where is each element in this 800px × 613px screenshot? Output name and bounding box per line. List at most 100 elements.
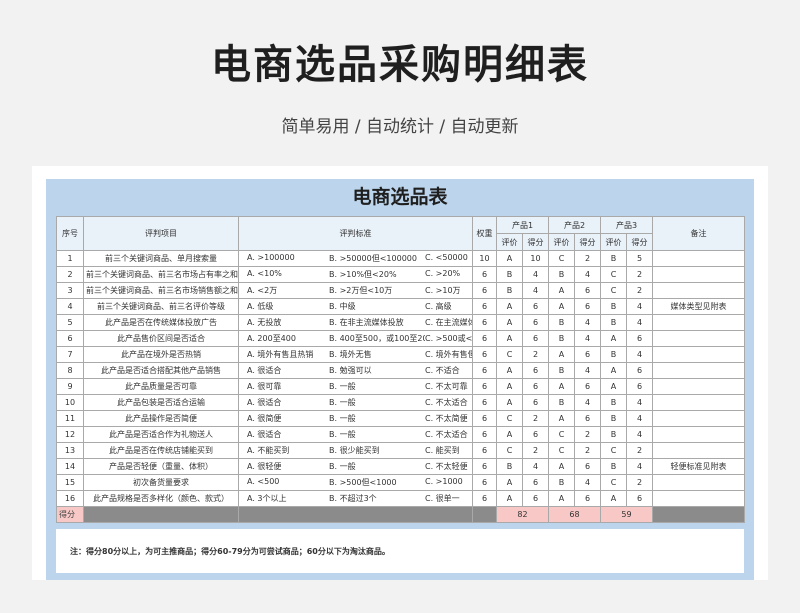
row-standard: A. 3个以上 B. 不超过3个 C. 很单一 — [238, 490, 473, 507]
table-row: 7此产品在境外是否热销A. 境外有售且热销B. 境外无售C. 境外有售但未热销6… — [56, 346, 745, 363]
product-3-score: 4 — [626, 346, 653, 363]
row-standard: A. 无投放 B. 在非主流媒体投放 C. 在主流媒体投放 — [238, 314, 473, 331]
product-3-rating: B — [600, 250, 627, 267]
standard-option-a: A. <10% — [247, 269, 282, 278]
row-item: 此产品是否在传统店铺能买到 — [83, 442, 239, 459]
product-2-rating: A — [548, 410, 575, 427]
row-remark — [652, 266, 745, 283]
header-standard: 评判标准 — [238, 216, 473, 251]
standard-option-c: C. >500或<100 — [425, 334, 472, 343]
standard-option-b: B. 不超过3个 — [329, 494, 377, 503]
product-1-score: 6 — [522, 298, 549, 315]
standard-option-c: C. 境外有售但未热销 — [425, 350, 472, 359]
product-1-score: 2 — [522, 442, 549, 459]
header-score: 得分 — [626, 233, 653, 251]
standard-option-a: A. 境外有售且热销 — [247, 350, 314, 359]
standard-option-a: A. 3个以上 — [247, 494, 287, 503]
row-weight: 6 — [472, 394, 497, 411]
product-1-rating: A — [496, 474, 523, 491]
total-score-product-1: 82 — [496, 506, 549, 523]
product-3-score: 6 — [626, 490, 653, 507]
product-2-score: 4 — [574, 314, 601, 331]
row-item: 前三个关键词商品、单月搜索量 — [83, 250, 239, 267]
standard-option-b: B. 很少能买到 — [329, 446, 380, 455]
row-item: 前三个关键词商品、前三名评价等级 — [83, 298, 239, 315]
row-standard: A. 很简便 B. 一般 C. 不太简便 — [238, 410, 473, 427]
standard-option-c: C. 能买到 — [425, 446, 460, 455]
header-product-3: 产品3 — [600, 216, 653, 234]
row-standard: A. 很适合 B. 勉强可以 C. 不适合 — [238, 362, 473, 379]
row-remark — [652, 394, 745, 411]
product-1-rating: C — [496, 410, 523, 427]
sheet-title: 电商选品表 — [352, 186, 448, 208]
product-1-rating: B — [496, 282, 523, 299]
table-row: 16 此产品规格是否多样化（颜色、款式） A. 3个以上 B. 不超过3个 C. 很单一… — [56, 490, 745, 507]
product-2-rating: A — [548, 458, 575, 475]
standard-option-a: A. 很适合 — [247, 366, 282, 375]
standard-option-c: C. 不太简便 — [425, 414, 468, 423]
row-item: 前三个关键词商品、前三名市场占有率之和 — [83, 266, 239, 283]
product-2-rating: B — [548, 474, 575, 491]
standard-option-b: B. 一般 — [329, 382, 356, 391]
product-1-score: 6 — [522, 426, 549, 443]
standard-option-c: C. 不太轻便 — [425, 462, 468, 471]
row-number: 1 — [56, 250, 84, 267]
row-standard: A. 不能买到 B. 很少能买到 C. 能买到 — [238, 442, 473, 459]
header-item: 评判项目 — [83, 216, 239, 251]
row-weight: 6 — [472, 298, 497, 315]
product-1-score: 6 — [522, 474, 549, 491]
header-product-1: 产品1 — [496, 216, 549, 234]
product-2-score: 6 — [574, 410, 601, 427]
header-rating: 评价 — [496, 233, 523, 251]
standard-option-b: B. 勉强可以 — [329, 366, 372, 375]
product-1-score: 4 — [522, 282, 549, 299]
product-2-rating: B — [548, 330, 575, 347]
row-remark — [652, 314, 745, 331]
row-remark — [652, 362, 745, 379]
row-number: 12 — [56, 426, 84, 443]
product-1-score: 4 — [522, 266, 549, 283]
row-remark — [652, 378, 745, 395]
product-3-score: 4 — [626, 458, 653, 475]
product-1-rating: A — [496, 378, 523, 395]
header-weight: 权重 — [472, 216, 497, 251]
spreadsheet: 电商选品表 序号 评判项目 评判标准 权重 产品1 产品2 产品3 备注 评价 … — [46, 179, 754, 580]
standard-option-a: A. 无投放 — [247, 318, 282, 327]
product-2-score: 6 — [574, 458, 601, 475]
standard-option-c: C. >1000 — [425, 477, 463, 486]
row-number: 11 — [56, 410, 84, 427]
row-remark — [652, 282, 745, 299]
table-row: 2 前三个关键词商品、前三名市场占有率之和 A. <10% B. >10%但<20% C… — [56, 266, 745, 283]
product-2-rating: A — [548, 490, 575, 507]
row-standard: A. 很可靠 B. 一般 C. 不太可靠 — [238, 378, 473, 395]
standard-option-c: C. 在主流媒体投放 — [425, 318, 472, 327]
product-3-rating: A — [600, 378, 627, 395]
row-item: 产品是否轻便（重量、体积） — [83, 458, 239, 475]
standard-option-c: C. 很单一 — [425, 494, 460, 503]
row-number: 4 — [56, 298, 84, 315]
row-number: 8 — [56, 362, 84, 379]
product-2-score: 2 — [574, 250, 601, 267]
row-remark — [652, 474, 745, 491]
row-weight: 6 — [472, 410, 497, 427]
score-row-label: 得分 — [56, 506, 84, 523]
row-item: 此产品是否在传统媒体投放广告 — [83, 314, 239, 331]
row-standard: A. 200至400 B. 400至500，或100至200C. >500或<10… — [238, 330, 473, 347]
row-number: 2 — [56, 266, 84, 283]
product-1-rating: C — [496, 346, 523, 363]
product-2-rating: B — [548, 314, 575, 331]
product-3-rating: C — [600, 282, 627, 299]
row-standard: A. 很适合 B. 一般 C. 不太适合 — [238, 394, 473, 411]
table-row: 11 此产品操作是否简便 A. 很简便 B. 一般 C. 不太简便 6 C 2 A 6 B 4 — [56, 410, 745, 427]
selection-table: 序号 评判项目 评判标准 权重 产品1 产品2 产品3 备注 评价 得分 评价 … — [56, 216, 745, 523]
row-weight: 6 — [472, 442, 497, 459]
table-row: 10 此产品包装是否适合运输 A. 很适合 B. 一般 C. 不太适合 6 A 6 B 4 B 4 — [56, 394, 745, 411]
table-row: 15 初次备货量要求 A. <500 B. >500但<1000 C. >1000 6 A 6… — [56, 474, 745, 491]
product-2-rating: A — [548, 378, 575, 395]
standard-option-b: B. 400至500，或100至200 — [329, 334, 425, 343]
row-weight: 6 — [472, 282, 497, 299]
row-item: 此产品规格是否多样化（颜色、款式） — [83, 490, 239, 507]
row-number: 13 — [56, 442, 84, 459]
table-row: 5此产品是否在传统媒体投放广告 A. 无投放 B. 在非主流媒体投放 C. 在主流媒体… — [56, 314, 745, 331]
row-standard: A. 境外有售且热销 B. 境外无售 C. 境外有售但未热销 — [238, 346, 473, 363]
